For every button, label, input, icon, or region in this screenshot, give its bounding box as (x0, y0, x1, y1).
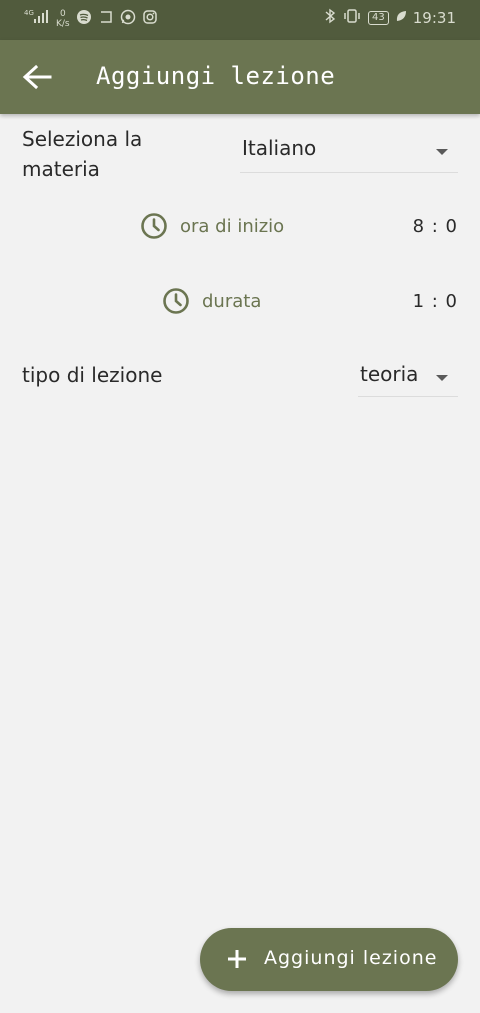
svg-text:4G: 4G (24, 9, 34, 17)
dropdown-arrow-icon (436, 149, 448, 155)
bluetooth-icon (324, 8, 336, 28)
status-bar: 4G 0 K/s 43 19:31 (0, 0, 480, 40)
whatsapp-icon (120, 9, 136, 29)
tipo-selected-value: teoria (360, 362, 419, 386)
plus-icon (228, 950, 246, 968)
duration-picker[interactable]: durata (162, 287, 261, 315)
duration-label: durata (202, 290, 262, 312)
start-time-picker[interactable]: ora di inizio (140, 212, 284, 240)
cast-icon (98, 9, 114, 29)
instagram-icon (142, 9, 158, 29)
dropdown-arrow-icon (436, 375, 448, 381)
net-speed-value: 0 (59, 9, 66, 19)
leaf-icon (395, 9, 407, 27)
page-title: Aggiungi lezione (96, 62, 336, 90)
materia-label: Seleziona la materia (22, 127, 143, 181)
battery-icon: 43 (368, 11, 389, 25)
spotify-icon (76, 9, 92, 29)
battery-level: 43 (372, 12, 385, 23)
vibrate-icon (342, 8, 362, 28)
tipo-label: tipo di lezione (22, 363, 163, 387)
materia-dropdown[interactable]: Italiano (240, 136, 458, 173)
status-bar-left: 4G 0 K/s (24, 8, 158, 30)
net-speed-unit: K/s (56, 19, 70, 29)
status-time: 19:31 (412, 9, 456, 27)
clock-icon (163, 288, 189, 314)
status-bar-right: 43 19:31 (324, 8, 456, 28)
add-lesson-button[interactable]: Aggiungi lezione (200, 928, 458, 991)
clock-icon (141, 213, 167, 239)
duration-value: 1 : 0 (412, 291, 458, 312)
start-time-label: ora di inizio (180, 215, 285, 237)
net-speed: 0 K/s (56, 9, 70, 29)
app-bar: Aggiungi lezione (0, 40, 480, 114)
signal-icon: 4G (24, 8, 50, 30)
tipo-dropdown[interactable]: teoria (358, 362, 458, 397)
add-lesson-label: Aggiungi lezione (264, 947, 438, 969)
back-button[interactable] (20, 62, 54, 92)
arrow-left-icon (22, 64, 52, 90)
materia-selected-value: Italiano (242, 136, 317, 160)
start-time-value: 8 : 0 (412, 216, 458, 237)
